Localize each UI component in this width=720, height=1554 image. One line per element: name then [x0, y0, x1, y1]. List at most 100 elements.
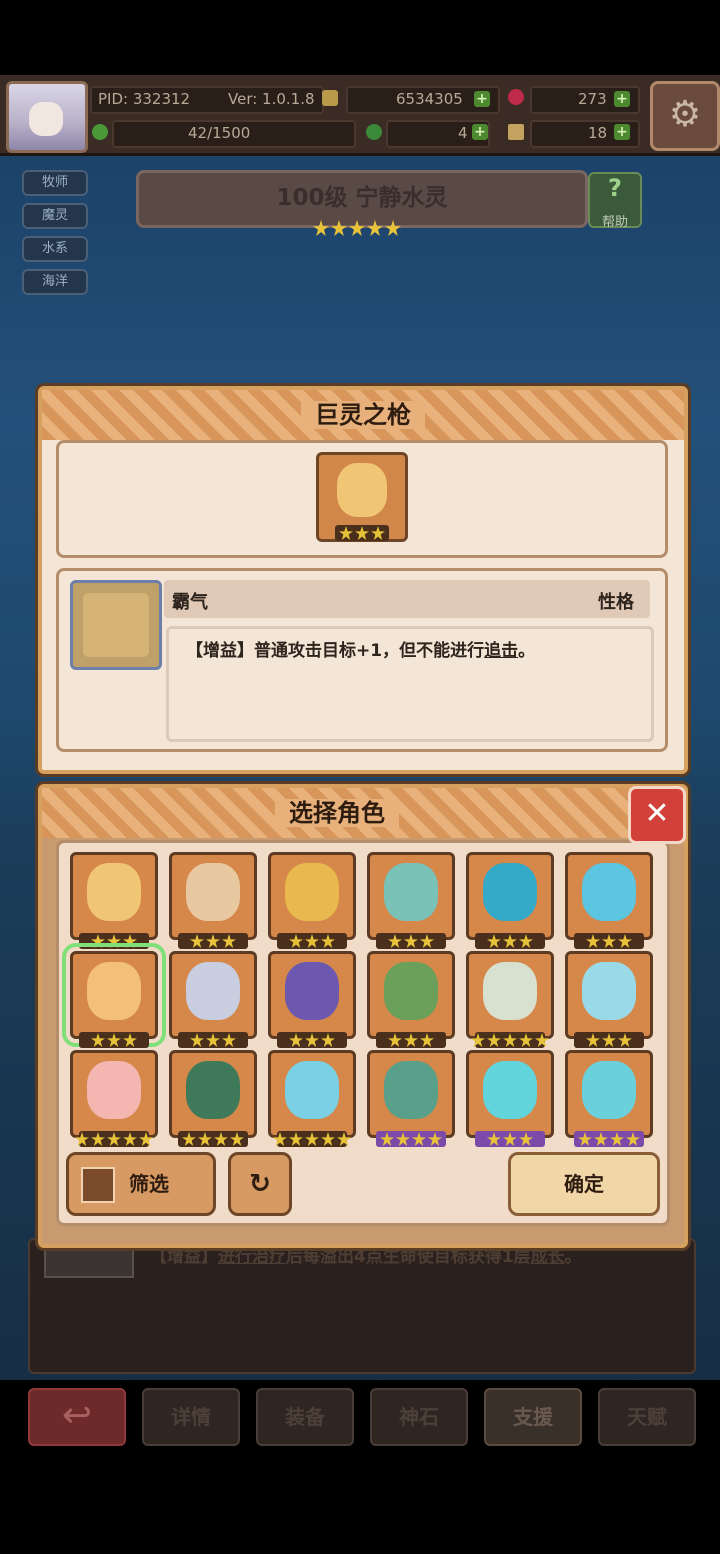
- star-icon: [388, 934, 402, 948]
- star-icon: [412, 1132, 426, 1146]
- star-icon: [139, 1132, 153, 1146]
- gem-amount: 273: [578, 90, 607, 108]
- trait-icon: [70, 580, 162, 670]
- clover-plus-button[interactable]: +: [472, 124, 488, 140]
- clover-icon: [366, 124, 382, 140]
- clover-amount: 4: [458, 124, 468, 142]
- character-portrait: [285, 1061, 339, 1119]
- equipped-hero-portrait[interactable]: [316, 452, 408, 542]
- skill-desc-link-growth[interactable]: 成长: [531, 1247, 565, 1267]
- stamina-clover-icon: [92, 124, 108, 140]
- star-icon: [535, 1033, 549, 1047]
- star-icon: [107, 934, 121, 948]
- select-dialog-header: 选择角色: [42, 788, 632, 838]
- tag-class: 牧师: [22, 170, 88, 196]
- version-label: Ver: 1.0.1.8: [228, 90, 315, 108]
- character-slot[interactable]: [367, 951, 455, 1048]
- trait-name: 霸气: [172, 592, 208, 613]
- gold-plus-button[interactable]: +: [474, 91, 490, 107]
- character-star-rating: [568, 933, 650, 949]
- star-icon: [404, 1033, 418, 1047]
- character-slot[interactable]: [268, 951, 356, 1048]
- character-portrait: [87, 863, 141, 921]
- gem-plus-button[interactable]: +: [614, 91, 630, 107]
- character-portrait: [384, 863, 438, 921]
- character-portrait: [87, 962, 141, 1020]
- trait-desc-link[interactable]: 追击: [484, 641, 518, 661]
- refresh-icon[interactable]: ↻: [228, 1152, 292, 1216]
- star-icon: [503, 1132, 517, 1146]
- character-star-rating: [172, 933, 254, 949]
- ticket-plus-button[interactable]: +: [614, 124, 630, 140]
- character-slot[interactable]: [62, 943, 166, 1048]
- star-icon: [337, 1132, 351, 1146]
- hero-portrait-face: [337, 463, 387, 517]
- character-portrait: [483, 1061, 537, 1119]
- character-portrait: [285, 863, 339, 921]
- star-icon: [313, 220, 329, 236]
- character-slot[interactable]: [70, 852, 158, 949]
- character-portrait: [384, 1061, 438, 1119]
- star-icon: [107, 1033, 121, 1047]
- nav-godstone[interactable]: 神石: [370, 1388, 468, 1446]
- character-star-rating: [469, 1032, 551, 1048]
- star-icon: [289, 1132, 303, 1146]
- star-icon: [487, 934, 501, 948]
- character-slot[interactable]: [367, 852, 455, 949]
- character-slot[interactable]: [466, 1050, 554, 1147]
- close-icon[interactable]: ✕: [628, 786, 686, 844]
- character-portrait: [384, 962, 438, 1020]
- skill-desc-end: 。: [564, 1247, 582, 1267]
- star-icon: [206, 934, 220, 948]
- star-icon: [420, 934, 434, 948]
- nav-support[interactable]: 支援: [484, 1388, 582, 1446]
- character-portrait: [186, 1061, 240, 1119]
- skill-desc-link-heal[interactable]: 进行治疗: [218, 1247, 286, 1267]
- star-icon: [289, 934, 303, 948]
- hero-star-rating: [312, 220, 408, 238]
- character-slot[interactable]: [268, 1050, 356, 1147]
- character-portrait: [582, 863, 636, 921]
- filter-button[interactable]: 筛选: [66, 1152, 216, 1216]
- question-icon: ?: [608, 174, 622, 202]
- character-slot[interactable]: [169, 1050, 257, 1147]
- star-icon: [586, 1033, 600, 1047]
- tag-race: 魔灵: [22, 203, 88, 229]
- nav-details[interactable]: 详情: [142, 1388, 240, 1446]
- character-slot[interactable]: [466, 951, 554, 1048]
- star-icon: [123, 1132, 137, 1146]
- gear-icon[interactable]: ⚙: [650, 81, 720, 151]
- nav-talent[interactable]: 天赋: [598, 1388, 696, 1446]
- star-icon: [503, 934, 517, 948]
- character-star-rating: [271, 1131, 353, 1147]
- star-icon: [331, 220, 347, 236]
- player-avatar[interactable]: [6, 81, 88, 153]
- character-slot[interactable]: [169, 852, 257, 949]
- star-icon: [190, 1033, 204, 1047]
- character-slot[interactable]: [565, 852, 653, 949]
- star-icon: [404, 934, 418, 948]
- confirm-button[interactable]: 确定: [508, 1152, 660, 1216]
- avatar-face: [29, 102, 63, 136]
- character-portrait: [285, 962, 339, 1020]
- help-button[interactable]: ? 帮助: [588, 172, 642, 230]
- stamina-amount: 42/1500: [188, 124, 251, 142]
- star-icon: [222, 934, 236, 948]
- character-slot[interactable]: [565, 1050, 653, 1147]
- star-icon: [182, 1132, 196, 1146]
- nav-equipment[interactable]: 装备: [256, 1388, 354, 1446]
- character-slot[interactable]: [466, 852, 554, 949]
- character-star-rating: [73, 1131, 155, 1147]
- character-star-rating: [370, 1032, 452, 1048]
- star-icon: [91, 1132, 105, 1146]
- character-portrait: [582, 1061, 636, 1119]
- character-slot[interactable]: [367, 1050, 455, 1147]
- character-slot[interactable]: [268, 852, 356, 949]
- star-icon: [428, 1132, 442, 1146]
- back-arrow-icon[interactable]: ↩: [28, 1388, 126, 1446]
- character-slot[interactable]: [565, 951, 653, 1048]
- star-icon: [610, 1132, 624, 1146]
- character-slot[interactable]: [70, 1050, 158, 1147]
- character-slot[interactable]: [169, 951, 257, 1048]
- character-portrait: [582, 962, 636, 1020]
